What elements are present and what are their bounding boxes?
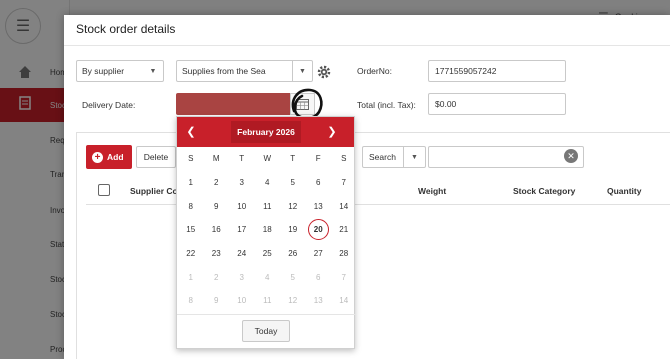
- calendar-week-row: 8 9 10 11 12 13 14: [177, 194, 356, 218]
- calendar-day[interactable]: 18: [255, 218, 281, 242]
- modal-title: Stock order details: [76, 22, 176, 36]
- add-button[interactable]: + Add: [86, 145, 132, 169]
- weekday-header-row: SMTWTFS: [177, 147, 356, 171]
- order-no-label: OrderNo:: [357, 66, 392, 76]
- weekday-label: T: [239, 154, 245, 164]
- column-header-stock-category[interactable]: Stock Category: [513, 186, 575, 196]
- calendar-day[interactable]: 13: [306, 194, 332, 218]
- calendar-day[interactable]: 14: [331, 289, 357, 313]
- weekday-label: T: [290, 154, 296, 164]
- calendar-grid: S M T W T F S 1 2 3 4 5 6 7 8 9 10 11 12 13 14 15 16 17 18 19 20 21…: [177, 147, 356, 313]
- weekday-label: W: [263, 154, 272, 164]
- calendar-day[interactable]: 11: [255, 194, 281, 218]
- search-field-select[interactable]: Search ▼: [362, 146, 426, 168]
- stock-order-modal: Stock order details By supplier ▼ Suppli…: [64, 15, 670, 359]
- order-no-input[interactable]: 1771559057242: [428, 60, 566, 82]
- search-input[interactable]: [428, 146, 584, 168]
- calendar-week-row: 8 9 10 11 12 13 14: [177, 289, 356, 313]
- calendar-day[interactable]: 15: [178, 218, 204, 242]
- clear-icon[interactable]: ✕: [564, 149, 578, 163]
- calendar-day[interactable]: 21: [331, 218, 357, 242]
- calendar-day[interactable]: 13: [306, 289, 332, 313]
- weekday-label: F: [315, 154, 321, 164]
- calendar-day[interactable]: 6: [306, 171, 332, 195]
- calendar-day[interactable]: 22: [178, 242, 204, 266]
- calendar-day[interactable]: 23: [204, 242, 230, 266]
- weekday-label: S: [188, 154, 194, 164]
- calendar-week-row: 1234567: [177, 265, 356, 289]
- delivery-date-label: Delivery Date:: [82, 100, 136, 110]
- calendar-day[interactable]: 12: [280, 194, 306, 218]
- gear-icon[interactable]: [316, 64, 332, 80]
- calendar-day[interactable]: 6: [306, 265, 332, 289]
- chevron-left-icon[interactable]: ❮: [183, 124, 199, 140]
- weekday-label: M: [212, 154, 220, 164]
- calendar-day[interactable]: 26: [280, 242, 306, 266]
- calendar-day[interactable]: 7: [331, 265, 357, 289]
- filter-by-select[interactable]: By supplier ▼: [76, 60, 164, 82]
- calendar-day-selected[interactable]: 20: [306, 218, 332, 242]
- calendar-day[interactable]: 12: [280, 289, 306, 313]
- weekday-label: S: [341, 154, 347, 164]
- calendar-day[interactable]: 10: [229, 194, 255, 218]
- calendar-day[interactable]: 2: [204, 265, 230, 289]
- calendar-month-label[interactable]: February 2026: [231, 121, 301, 143]
- calendar-day[interactable]: 10: [229, 289, 255, 313]
- calendar-day[interactable]: 9: [204, 289, 230, 313]
- chevron-down-icon: ▼: [149, 67, 157, 75]
- calendar-day[interactable]: 17: [229, 218, 255, 242]
- calendar-day[interactable]: 4: [255, 265, 281, 289]
- calendar-week-row: 15 16 17 18 19 20 21: [177, 218, 356, 242]
- calendar-day[interactable]: 5: [280, 171, 306, 195]
- plus-icon: +: [92, 151, 103, 163]
- calendar-day[interactable]: 14: [331, 194, 357, 218]
- calendar-day[interactable]: 28: [331, 242, 357, 266]
- calendar-day[interactable]: 11: [255, 289, 281, 313]
- calendar-day[interactable]: 9: [204, 194, 230, 218]
- column-header-supplier-code[interactable]: Supplier Cod: [130, 186, 183, 196]
- supplier-select[interactable]: Supplies from the Sea ▼: [176, 60, 313, 82]
- date-picker-popup: ❮ February 2026 ❯ S M T W T F S 1 2 3 4 5 6 7 8 9 10 11 12…: [176, 116, 356, 349]
- calendar-day[interactable]: 2: [204, 171, 230, 195]
- chevron-right-icon[interactable]: ❯: [324, 124, 340, 140]
- calendar-day[interactable]: 7: [331, 171, 357, 195]
- calendar-header: ❮ February 2026 ❯: [177, 117, 354, 147]
- calendar-day[interactable]: 8: [178, 289, 204, 313]
- calendar-day[interactable]: 3: [229, 171, 255, 195]
- calendar-day[interactable]: 5: [280, 265, 306, 289]
- calendar-week-row: 22 23 24 25 26 27 28: [177, 242, 356, 266]
- calendar-day[interactable]: 3: [229, 265, 255, 289]
- delivery-date-input[interactable]: [176, 93, 291, 115]
- calendar-day[interactable]: 24: [229, 242, 255, 266]
- chevron-down-icon: ▼: [292, 61, 312, 81]
- calendar-day[interactable]: 25: [255, 242, 281, 266]
- calendar-day[interactable]: 4: [255, 171, 281, 195]
- calendar-day[interactable]: 19: [280, 218, 306, 242]
- calendar-week-row: 1234567: [177, 171, 356, 195]
- total-label: Total (incl. Tax):: [357, 100, 416, 110]
- calendar-day[interactable]: 27: [306, 242, 332, 266]
- column-header-quantity[interactable]: Quantity: [607, 186, 641, 196]
- calendar-day[interactable]: 1: [178, 265, 204, 289]
- calendar-day[interactable]: 8: [178, 194, 204, 218]
- modal-header: Stock order details: [64, 15, 670, 46]
- calendar-day[interactable]: 1: [178, 171, 204, 195]
- column-header-weight[interactable]: Weight: [418, 186, 446, 196]
- delete-button[interactable]: Delete: [136, 146, 176, 168]
- chevron-down-icon: ▼: [403, 147, 425, 167]
- today-button[interactable]: Today: [242, 320, 290, 342]
- calendar-day[interactable]: 16: [204, 218, 230, 242]
- select-all-checkbox[interactable]: [98, 184, 110, 196]
- calendar-footer: Today: [177, 314, 356, 348]
- total-input[interactable]: $0.00: [428, 93, 566, 115]
